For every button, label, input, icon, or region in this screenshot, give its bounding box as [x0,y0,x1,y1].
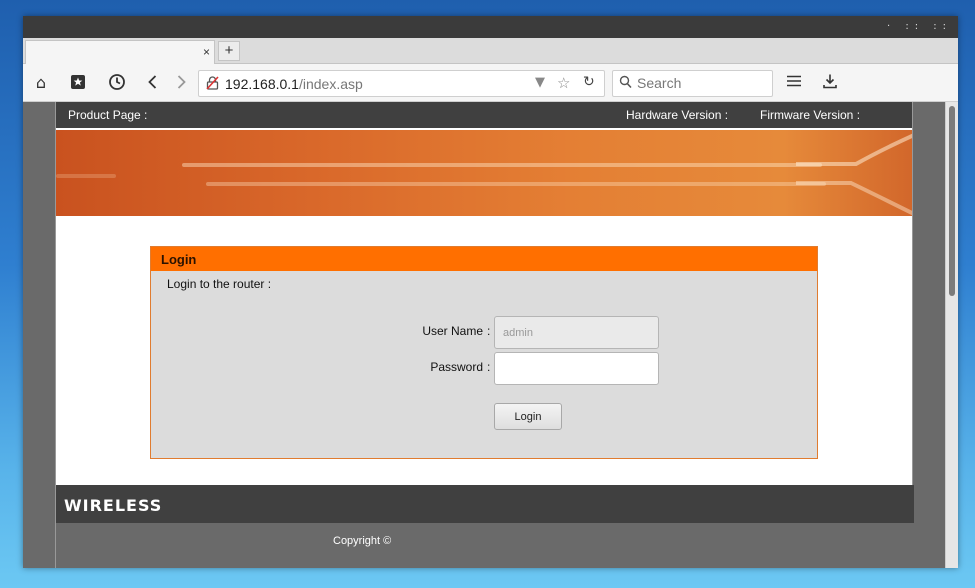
firmware-version-label: Firmware Version : [760,108,861,122]
dropdown-icon[interactable]: ▼ [535,75,545,90]
menu-icon[interactable] [784,73,804,93]
reload-icon[interactable]: ↻ [583,74,595,90]
browser-window: · :: :: × + ⌂ 192.168.0.1/index.asp ▼ ☆ … [23,16,958,568]
login-button[interactable]: Login [494,403,562,430]
login-panel: Login Login to the router : User Name : … [150,246,818,459]
hardware-version-label: Hardware Version : [626,108,729,122]
star-icon[interactable]: ☆ [557,74,570,92]
nav-toolbar: ⌂ 192.168.0.1/index.asp ▼ ☆ ↻ [23,64,958,102]
forward-icon[interactable] [171,73,191,93]
wireless-logo: WIRELESS [64,496,163,515]
tab-active[interactable]: × [25,40,215,64]
url-bar[interactable]: 192.168.0.1/index.asp ▼ ☆ ↻ [198,70,605,97]
history-icon[interactable] [107,73,127,93]
scrollbar-thumb[interactable] [949,106,955,296]
search-bar[interactable] [612,70,773,97]
search-icon [619,75,632,93]
tab-bar: × + [23,38,958,64]
new-tab-button[interactable]: + [218,41,240,61]
url-text[interactable]: 192.168.0.1/index.asp [225,76,363,92]
login-heading: Login [151,247,817,271]
password-colon: : [487,360,491,374]
bookmarks-icon[interactable] [68,73,88,93]
download-icon[interactable] [820,73,840,93]
password-label: Password [430,360,483,374]
login-subtitle: Login to the router : [167,277,272,291]
tab-close-icon[interactable]: × [203,45,210,59]
window-controls[interactable]: · :: :: [887,21,952,32]
password-field[interactable] [494,352,659,385]
router-footer: Copyright © [56,523,914,568]
router-footer-bar: WIRELESS [56,485,914,523]
back-icon[interactable] [143,73,163,93]
username-field[interactable] [494,316,659,349]
url-path: /index.asp [298,76,363,92]
username-colon: : [487,324,491,338]
product-page-label: Product Page : [68,108,148,122]
router-banner [56,130,912,216]
router-top-bar: Product Page : Hardware Version : Firmwa… [56,102,912,128]
vertical-scrollbar[interactable] [945,102,958,568]
copyright-text: Copyright © [333,535,392,547]
window-titlebar: · :: :: [23,16,958,38]
insecure-lock-icon[interactable] [206,76,219,93]
page-viewport: Product Page : Hardware Version : Firmwa… [23,102,958,568]
search-input[interactable] [637,75,767,91]
url-host: 192.168.0.1 [225,76,299,92]
username-label: User Name [422,324,483,338]
home-icon[interactable]: ⌂ [31,73,51,93]
router-page: Product Page : Hardware Version : Firmwa… [55,102,914,568]
